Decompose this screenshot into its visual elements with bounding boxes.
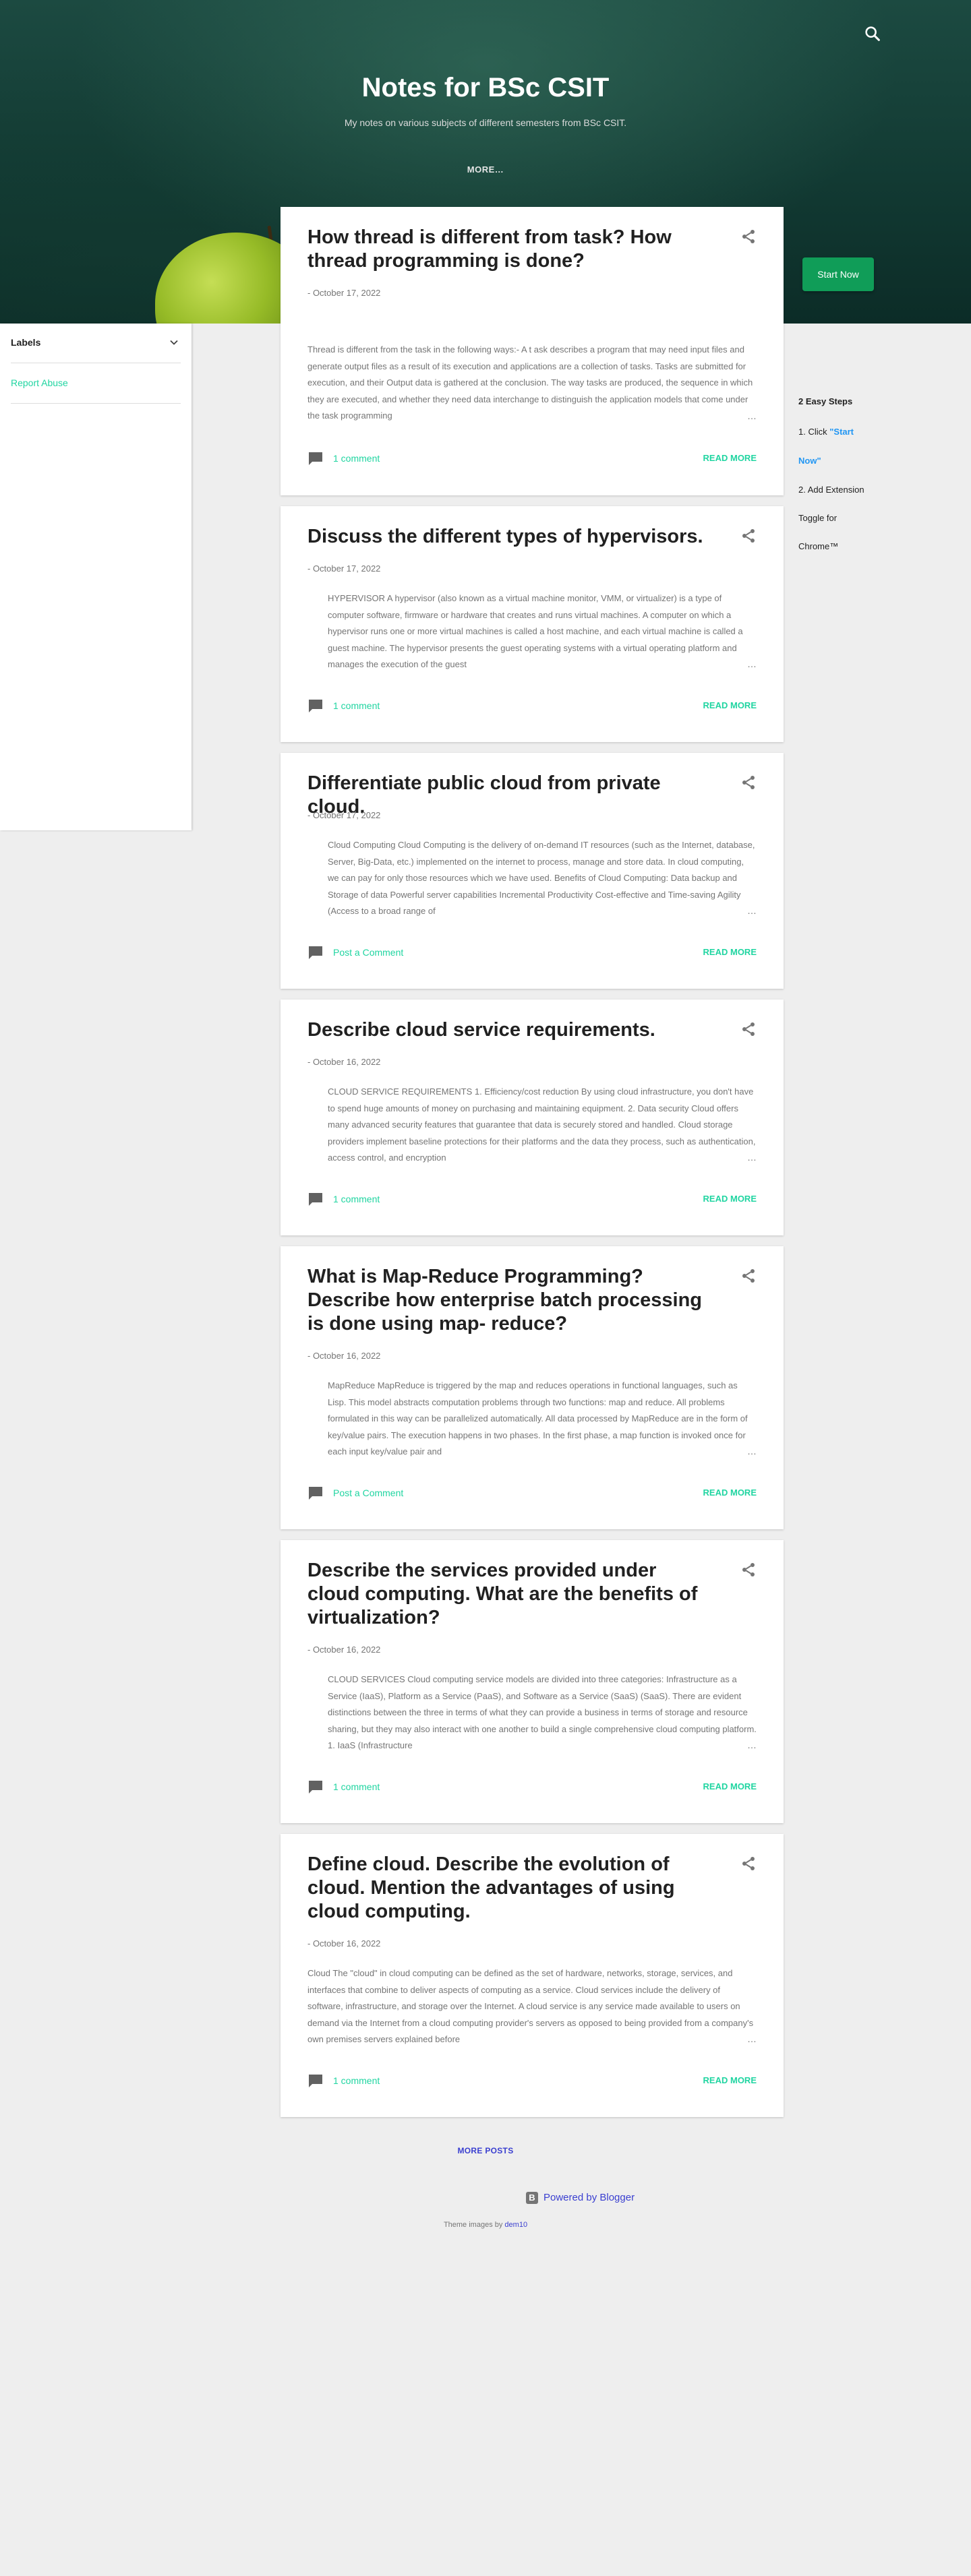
theme-images-credit: Theme images by dem10 — [0, 2221, 971, 2229]
read-more-link[interactable]: READ MORE — [703, 700, 757, 710]
post-card: Describe the services provided under clo… — [281, 1540, 784, 1823]
header-more-link[interactable]: MORE… — [0, 164, 971, 175]
post-date[interactable]: - October 16, 2022 — [307, 1351, 380, 1361]
widget-step1-text: 1. Click — [798, 427, 830, 437]
search-icon[interactable] — [863, 24, 882, 43]
post-card: Describe cloud service requirements. - O… — [281, 1000, 784, 1235]
post-snippet: HYPERVISOR A hypervisor (also known as a… — [328, 593, 743, 669]
blog-title[interactable]: Notes for BSc CSIT — [0, 73, 971, 103]
comment-icon[interactable] — [307, 698, 324, 713]
post-card: What is Map-Reduce Programming? Describe… — [281, 1246, 784, 1529]
post-snippet: CLOUD SERVICES Cloud computing service m… — [328, 1674, 757, 1750]
comment-icon[interactable] — [307, 1779, 324, 1794]
snippet-ellipsis: … — [747, 2033, 757, 2044]
post-date[interactable]: - October 17, 2022 — [307, 288, 380, 298]
comment-count-link[interactable]: 1 comment — [333, 1781, 380, 1792]
read-more-link[interactable]: READ MORE — [703, 947, 757, 957]
powered-by-label: Powered by Blogger — [543, 2192, 635, 2203]
share-icon[interactable] — [740, 1268, 757, 1284]
read-more-link[interactable]: READ MORE — [703, 2075, 757, 2085]
comment-count-link[interactable]: 1 comment — [333, 700, 380, 711]
post-date[interactable]: - October 16, 2022 — [307, 1057, 380, 1067]
post-date[interactable]: - October 16, 2022 — [307, 1645, 380, 1655]
read-more-link[interactable]: READ MORE — [703, 453, 757, 463]
comment-icon[interactable] — [307, 451, 324, 466]
widget-title: 2 Easy Steps — [798, 396, 853, 406]
snippet-ellipsis: … — [747, 1740, 757, 1750]
widget-step1: 1. Click "Start — [798, 427, 854, 437]
comment-icon[interactable] — [307, 1485, 324, 1500]
post-snippet: Cloud Computing Cloud Computing is the d… — [328, 840, 755, 916]
comment-count-link[interactable]: 1 comment — [333, 2075, 380, 2086]
share-icon[interactable] — [740, 1856, 757, 1872]
snippet-ellipsis: … — [747, 658, 757, 669]
snippet-ellipsis: … — [747, 1446, 757, 1456]
share-icon[interactable] — [740, 528, 757, 544]
theme-author-link[interactable]: dem10 — [504, 2221, 527, 2229]
read-more-link[interactable]: READ MORE — [703, 1194, 757, 1204]
more-posts-link[interactable]: MORE POSTS — [0, 2146, 971, 2155]
sidebar-divider — [11, 403, 181, 404]
comment-icon[interactable] — [307, 2073, 324, 2088]
labels-toggle[interactable]: Labels — [11, 337, 181, 357]
widget-start-now-link[interactable]: "Start — [829, 427, 854, 437]
post-title[interactable]: What is Map-Reduce Programming? Describe… — [307, 1265, 712, 1336]
comment-count-link[interactable]: 1 comment — [333, 1194, 380, 1204]
powered-by-blogger-link[interactable]: B Powered by Blogger — [526, 2190, 661, 2207]
start-now-button[interactable]: Start Now — [802, 257, 874, 291]
chevron-down-icon — [170, 340, 178, 345]
comment-icon[interactable] — [307, 1192, 324, 1206]
comment-count-link[interactable]: 1 comment — [333, 453, 380, 464]
post-title[interactable]: Define cloud. Describe the evolution of … — [307, 1853, 712, 1924]
post-date[interactable]: - October 17, 2022 — [307, 563, 380, 574]
sidebar: Labels Report Abuse — [0, 324, 192, 830]
post-title[interactable]: How thread is different from task? How t… — [307, 226, 712, 273]
comment-count-link[interactable]: Post a Comment — [333, 947, 403, 958]
post-title[interactable]: Describe the services provided under clo… — [307, 1559, 712, 1630]
post-title[interactable]: Describe cloud service requirements. — [307, 1018, 712, 1042]
labels-heading: Labels — [11, 337, 41, 348]
widget-step2-cont: Toggle for — [798, 513, 837, 523]
post-date[interactable]: - October 17, 2022 — [307, 810, 380, 820]
snippet-ellipsis: … — [747, 1152, 757, 1163]
post-card: Define cloud. Describe the evolution of … — [281, 1834, 784, 2117]
comment-icon[interactable] — [307, 945, 324, 960]
widget-step2: 2. Add Extension — [798, 485, 864, 495]
post-snippet: MapReduce MapReduce is triggered by the … — [328, 1380, 748, 1456]
post-card: Discuss the different types of hyperviso… — [281, 506, 784, 742]
blog-description: My notes on various subjects of differen… — [344, 117, 627, 128]
post-card: How thread is different from task? How t… — [281, 207, 784, 495]
post-snippet: Thread is different from the task in the… — [307, 344, 753, 421]
share-icon[interactable] — [740, 228, 757, 245]
snippet-ellipsis: … — [747, 410, 757, 421]
post-title[interactable]: Discuss the different types of hyperviso… — [307, 525, 712, 549]
widget-start-now-link-cont[interactable]: Now" — [798, 456, 821, 466]
widget-step2-chrome: Chrome™ — [798, 541, 839, 551]
blogger-icon: B — [526, 2192, 538, 2204]
snippet-ellipsis: … — [747, 905, 757, 916]
post-snippet: Cloud The "cloud" in cloud computing can… — [307, 1968, 754, 2044]
post-card: Differentiate public cloud from private … — [281, 753, 784, 989]
theme-images-label: Theme images by — [443, 2221, 505, 2229]
post-date[interactable]: - October 16, 2022 — [307, 1938, 380, 1949]
post-snippet: CLOUD SERVICE REQUIREMENTS 1. Efficiency… — [328, 1086, 756, 1163]
read-more-link[interactable]: READ MORE — [703, 1781, 757, 1791]
share-icon[interactable] — [740, 1021, 757, 1037]
read-more-link[interactable]: READ MORE — [703, 1488, 757, 1498]
comment-count-link[interactable]: Post a Comment — [333, 1488, 403, 1498]
share-icon[interactable] — [740, 774, 757, 791]
report-abuse-link[interactable]: Report Abuse — [11, 377, 68, 388]
share-icon[interactable] — [740, 1562, 757, 1578]
